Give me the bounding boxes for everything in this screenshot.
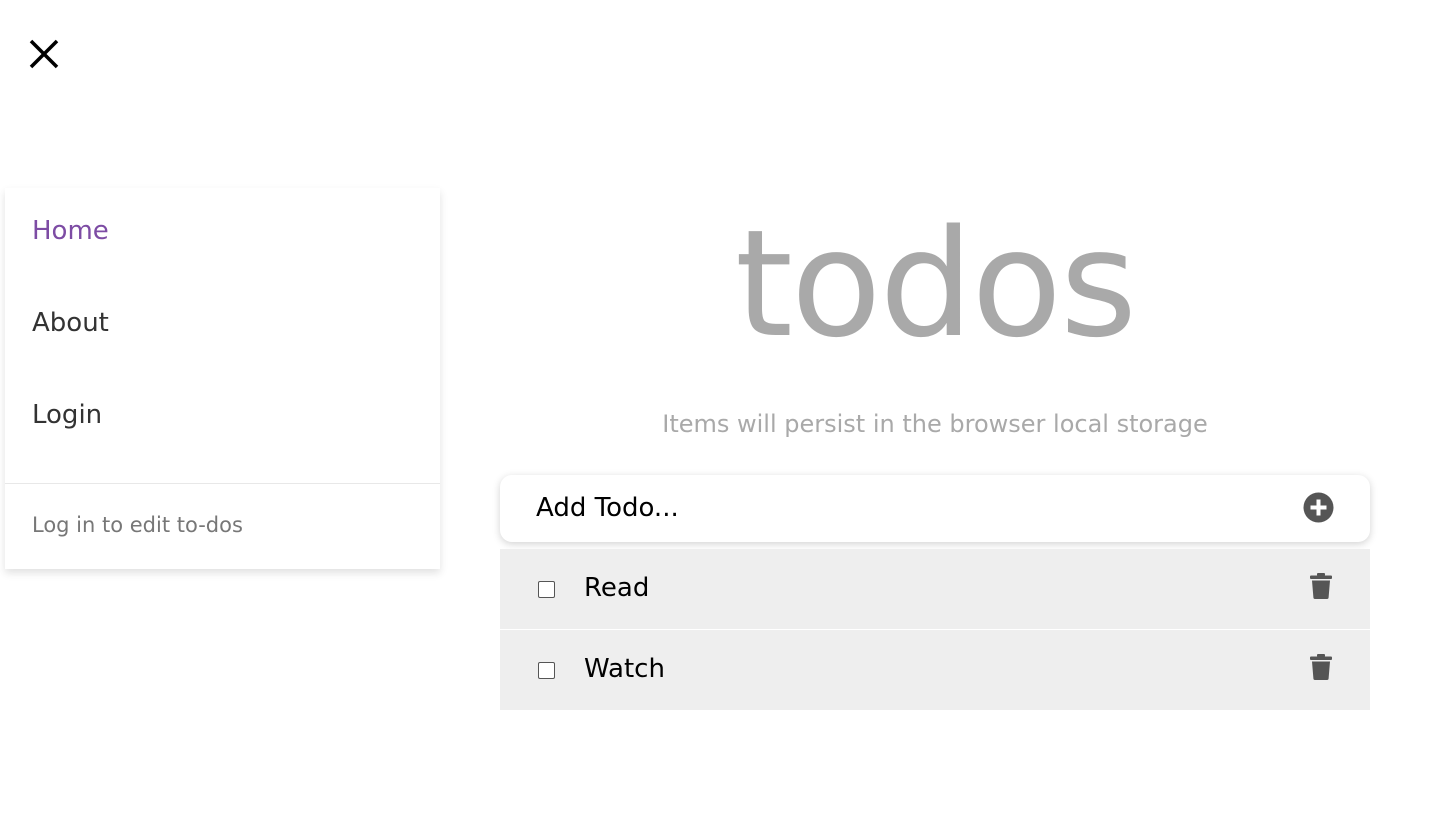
side-menu: Home About Login Log in to edit to-dos [5, 188, 440, 569]
todo-text: Read [584, 573, 650, 603]
add-todo-bar [500, 475, 1370, 542]
menu-item-about[interactable]: About [32, 310, 109, 336]
close-icon [29, 39, 59, 69]
add-todo-input[interactable] [536, 489, 1276, 527]
todo-item: Watch [500, 630, 1370, 710]
add-todo-button[interactable] [1303, 492, 1334, 523]
todo-item: Read [500, 549, 1370, 630]
todo-checkbox[interactable] [538, 662, 555, 679]
menu-item-home[interactable]: Home [32, 218, 109, 244]
trash-icon [1310, 573, 1332, 599]
delete-todo-button[interactable] [1310, 654, 1332, 680]
page-title: todos [734, 198, 1137, 370]
menu-divider [5, 483, 440, 484]
trash-icon [1310, 654, 1332, 680]
todo-text: Watch [584, 654, 665, 684]
delete-todo-button[interactable] [1310, 573, 1332, 599]
close-menu-button[interactable] [26, 36, 62, 72]
menu-item-login[interactable]: Login [32, 402, 102, 428]
menu-footer-note: Log in to edit to-dos [32, 513, 243, 537]
todo-checkbox[interactable] [538, 581, 555, 598]
todo-list: Read Watch [500, 549, 1370, 710]
page-subtitle: Items will persist in the browser local … [662, 410, 1208, 438]
plus-circle-icon [1303, 492, 1334, 523]
